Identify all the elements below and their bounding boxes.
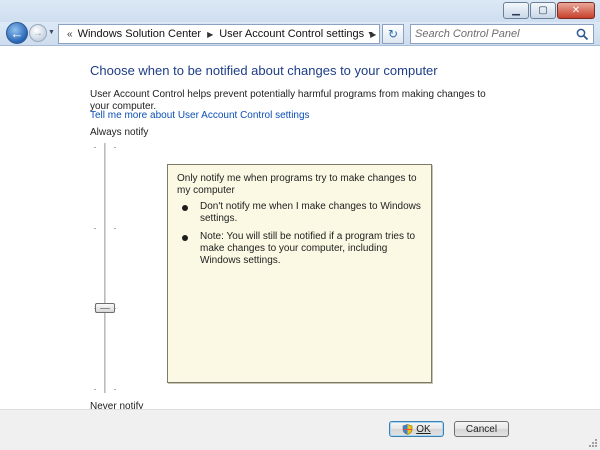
search-input[interactable]	[411, 28, 571, 40]
minimize-icon: ▁	[512, 4, 520, 16]
forward-arrow-icon: →	[33, 27, 43, 39]
slider-grip	[100, 308, 110, 309]
window-titlebar: ▁ ▢ ✕	[0, 0, 600, 22]
never-notify-label: Never notify	[90, 401, 144, 409]
slider-tick	[94, 228, 96, 229]
search-icon[interactable]	[576, 28, 589, 41]
breadcrumb-separator-icon[interactable]: ▶	[207, 30, 213, 39]
slider-tick	[114, 147, 116, 148]
dialog-footer: OK Cancel	[0, 409, 600, 450]
bullet-icon	[182, 235, 188, 241]
breadcrumb-uac-settings[interactable]: User Account Control settings	[219, 28, 364, 40]
refresh-icon: ↻	[387, 27, 399, 41]
level-note-text: Note: You will still be notified if a pr…	[200, 231, 416, 266]
level-bullet-text: Don't notify me when I make changes to W…	[200, 201, 421, 224]
address-bar[interactable]: « Windows Solution Center ▶ User Account…	[58, 24, 380, 44]
cancel-button[interactable]: Cancel	[454, 421, 509, 437]
slider-thumb[interactable]	[95, 303, 115, 313]
slider-tick	[114, 228, 116, 229]
close-button[interactable]: ✕	[557, 2, 595, 19]
level-description-panel: Only notify me when programs try to make…	[167, 164, 432, 383]
learn-more-link[interactable]: Tell me more about User Account Control …	[90, 110, 310, 121]
page-title: Choose when to be notified about changes…	[90, 63, 438, 78]
breadcrumb-windows-solution-center[interactable]: Windows Solution Center	[78, 28, 202, 40]
slider-tick	[114, 389, 116, 390]
always-notify-label: Always notify	[90, 127, 149, 138]
close-icon: ✕	[571, 4, 581, 16]
shield-icon	[402, 423, 413, 435]
level-heading: Only notify me when programs try to make…	[177, 173, 417, 196]
breadcrumb-overflow-button[interactable]: «	[67, 29, 73, 40]
slider-tick	[94, 389, 96, 390]
back-arrow-icon: ←	[10, 25, 24, 41]
maximize-button[interactable]: ▢	[530, 2, 556, 19]
refresh-button[interactable]: ↻	[382, 24, 404, 44]
recent-pages-dropdown[interactable]: ▼	[48, 29, 55, 36]
maximize-icon: ▢	[538, 4, 548, 16]
slider-track[interactable]	[104, 143, 106, 393]
slider-tick	[94, 147, 96, 148]
back-button[interactable]: ←	[6, 22, 28, 44]
ok-button[interactable]: OK	[389, 421, 444, 437]
address-dropdown-icon[interactable]: ▼	[367, 31, 374, 38]
notification-level-slider[interactable]	[88, 143, 122, 393]
content-area: Choose when to be notified about changes…	[0, 47, 600, 409]
navigation-bar: ← → ▼ « Windows Solution Center ▶ User A…	[0, 22, 600, 46]
cancel-button-label: Cancel	[465, 423, 498, 435]
bullet-icon	[182, 205, 188, 211]
forward-button[interactable]: →	[29, 24, 47, 42]
search-box[interactable]	[410, 24, 594, 44]
ok-button-label: OK	[416, 423, 431, 435]
minimize-button[interactable]: ▁	[503, 2, 529, 19]
resize-grip-icon[interactable]	[588, 438, 598, 448]
window-controls: ▁ ▢ ✕	[503, 2, 595, 19]
